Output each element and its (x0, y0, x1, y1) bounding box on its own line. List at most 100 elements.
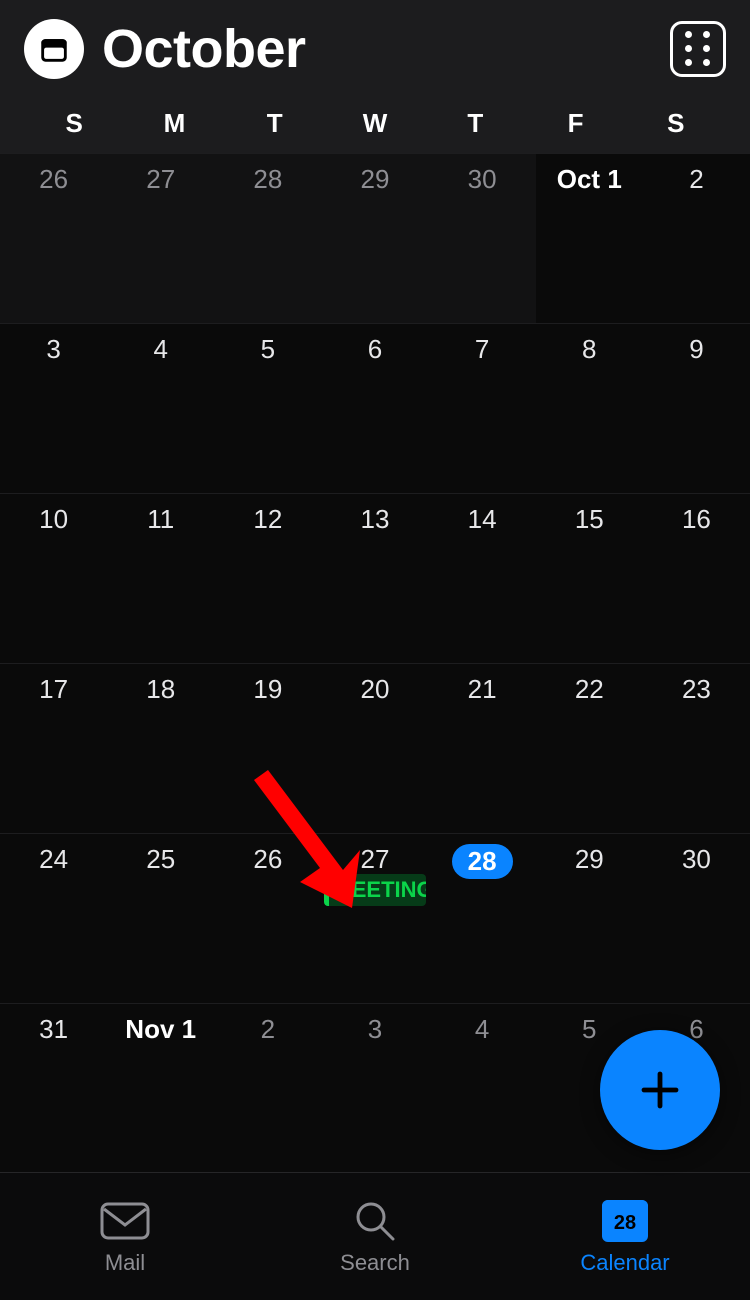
day-number-wrap: 9 (643, 334, 750, 365)
day-cell[interactable]: 27MEETING (321, 833, 428, 1003)
add-event-button[interactable] (600, 1030, 720, 1150)
day-cell[interactable]: Nov 1 (107, 1003, 214, 1173)
day-cell[interactable]: 28 (429, 833, 536, 1003)
day-cell[interactable]: 4 (107, 323, 214, 493)
day-number-wrap: 27 (107, 164, 214, 195)
weekday-sun: S (24, 108, 124, 139)
day-number-wrap: 2 (643, 164, 750, 195)
day-number: 21 (429, 674, 536, 705)
tab-mail[interactable]: Mail (0, 1173, 250, 1300)
weekday-mon: M (124, 108, 224, 139)
day-number-wrap: 30 (643, 844, 750, 875)
day-cell[interactable]: 15 (536, 493, 643, 663)
day-cell[interactable]: 29 (321, 153, 428, 323)
day-cell[interactable]: 3 (0, 323, 107, 493)
day-number: 3 (321, 1014, 428, 1045)
day-number-wrap: 17 (0, 674, 107, 705)
day-number: 4 (429, 1014, 536, 1045)
day-cell[interactable]: 26 (0, 153, 107, 323)
day-number: 3 (0, 334, 107, 365)
day-cell[interactable]: 18 (107, 663, 214, 833)
day-cell[interactable]: 9 (643, 323, 750, 493)
day-cell[interactable]: 12 (214, 493, 321, 663)
day-number: 18 (107, 674, 214, 705)
day-number-wrap: 23 (643, 674, 750, 705)
day-cell[interactable]: Oct 1 (536, 153, 643, 323)
day-cell[interactable]: 4 (429, 1003, 536, 1173)
weekday-fri: F (525, 108, 625, 139)
calendar-event[interactable]: MEETING (324, 874, 425, 906)
day-number: 11 (107, 504, 214, 535)
plus-icon (636, 1066, 684, 1114)
day-cell[interactable]: 23 (643, 663, 750, 833)
day-cell[interactable]: 13 (321, 493, 428, 663)
day-cell[interactable]: 20 (321, 663, 428, 833)
day-cell[interactable]: 30 (429, 153, 536, 323)
day-number-wrap: 24 (0, 844, 107, 875)
day-cell[interactable]: 25 (107, 833, 214, 1003)
day-cell[interactable]: 8 (536, 323, 643, 493)
tab-search[interactable]: Search (250, 1173, 500, 1300)
day-cell[interactable]: 27 (107, 153, 214, 323)
day-number: 26 (214, 844, 321, 875)
day-number: 24 (0, 844, 107, 875)
day-number-wrap: 4 (107, 334, 214, 365)
view-options-button[interactable] (670, 21, 726, 77)
calendar-icon: 28 (602, 1198, 648, 1244)
day-cell[interactable]: 16 (643, 493, 750, 663)
day-cell[interactable]: 31 (0, 1003, 107, 1173)
tab-calendar[interactable]: 28 Calendar (500, 1173, 750, 1300)
day-number: 27 (107, 164, 214, 195)
day-cell[interactable]: 17 (0, 663, 107, 833)
day-number: 25 (107, 844, 214, 875)
day-cell[interactable]: 22 (536, 663, 643, 833)
day-number: 27 (321, 844, 428, 875)
day-cell[interactable]: 6 (321, 323, 428, 493)
day-number-wrap: 10 (0, 504, 107, 535)
day-cell[interactable]: 19 (214, 663, 321, 833)
day-number-wrap: 19 (214, 674, 321, 705)
day-cell[interactable]: 2 (643, 153, 750, 323)
day-number-wrap: 20 (321, 674, 428, 705)
month-title[interactable]: October (102, 18, 306, 80)
title-left: October (24, 18, 306, 80)
day-number-wrap: 21 (429, 674, 536, 705)
day-cell[interactable]: 2 (214, 1003, 321, 1173)
day-number: 4 (107, 334, 214, 365)
day-number-wrap: 28 (214, 164, 321, 195)
day-cell[interactable]: 21 (429, 663, 536, 833)
day-number-wrap: 12 (214, 504, 321, 535)
day-number-wrap: 3 (321, 1014, 428, 1045)
dots-icon (685, 31, 711, 67)
day-number: 13 (321, 504, 428, 535)
day-cell[interactable]: 3 (321, 1003, 428, 1173)
weekday-wed: W (325, 108, 425, 139)
day-number: 26 (0, 164, 107, 195)
search-icon (352, 1198, 398, 1244)
weekday-tue: T (225, 108, 325, 139)
day-number-wrap: 3 (0, 334, 107, 365)
day-number-wrap: 5 (214, 334, 321, 365)
day-cell[interactable]: 7 (429, 323, 536, 493)
day-number-wrap: 29 (536, 844, 643, 875)
day-cell[interactable]: 30 (643, 833, 750, 1003)
day-cell[interactable]: 5 (214, 323, 321, 493)
day-cell[interactable]: 26 (214, 833, 321, 1003)
day-number-wrap: 22 (536, 674, 643, 705)
day-number-wrap: 26 (214, 844, 321, 875)
day-number-wrap: 6 (321, 334, 428, 365)
day-cell[interactable]: 14 (429, 493, 536, 663)
day-cell[interactable]: 28 (214, 153, 321, 323)
day-cell[interactable]: 11 (107, 493, 214, 663)
day-number: 7 (429, 334, 536, 365)
day-cell[interactable]: 29 (536, 833, 643, 1003)
calendar-grid: 2627282930Oct 12345678910111213141516171… (0, 153, 750, 1173)
weekday-sat: S (626, 108, 726, 139)
day-number: 23 (643, 674, 750, 705)
calendar-app-icon[interactable] (24, 19, 84, 79)
day-cell[interactable]: 10 (0, 493, 107, 663)
weekday-thu: T (425, 108, 525, 139)
day-cell[interactable]: 24 (0, 833, 107, 1003)
day-number: 15 (536, 504, 643, 535)
day-number-wrap: 16 (643, 504, 750, 535)
